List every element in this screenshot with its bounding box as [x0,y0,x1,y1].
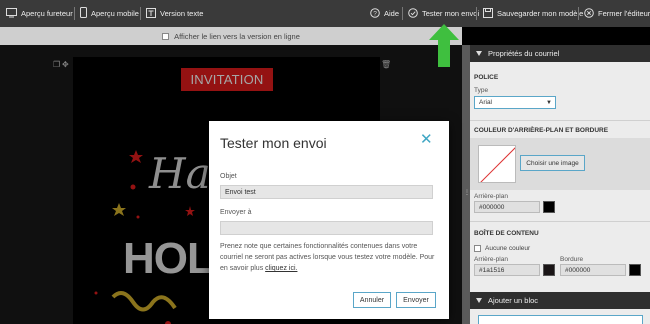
text-version-button[interactable]: Version texte [146,0,203,27]
bg-color-swatch[interactable] [543,201,555,213]
help-button[interactable]: ? Aide [370,0,399,27]
border-label: Bordure [560,256,584,263]
save-model-label: Sauvegarder mon modèle [497,9,584,18]
learn-more-link[interactable]: cliquez ici. [265,265,297,272]
close-editor-button[interactable]: Fermer l'éditeur [584,0,650,27]
subject-label: Objet [220,173,237,180]
no-color-checkbox[interactable] [474,245,481,252]
mobile-icon [80,7,87,20]
font-type-select[interactable]: Arial ▼ [474,96,556,109]
select-arrow-icon: ▼ [546,99,552,106]
monitor-icon [6,7,17,20]
browser-preview-button[interactable]: Aperçu fureteur [6,0,73,27]
bg-border-section-title: COULEUR D'ARRIÈRE-PLAN ET BORDURE [474,127,609,134]
panel-splitter[interactable]: ⋮ [462,45,470,324]
add-block-label: Ajouter un bloc [488,296,539,305]
properties-header-label: Propriétés du courriel [488,49,560,58]
save-icon [483,7,493,20]
collapse-triangle-icon [476,51,482,56]
close-icon[interactable]: ✕ [420,130,433,148]
border-color-input[interactable]: #000000 [560,264,626,276]
bg-image-preview [478,145,516,183]
properties-header[interactable]: Propriétés du courriel [470,45,650,62]
bg-color-input[interactable]: #000000 [474,201,540,213]
text-version-label: Version texte [160,9,204,18]
send-button[interactable]: Envoyer [396,292,436,308]
help-label: Aide [384,9,400,18]
close-editor-label: Fermer l'éditeur [598,9,650,18]
border-color-swatch[interactable] [629,264,641,276]
online-link-bar: Afficher le lien vers la version en lign… [0,27,462,45]
choose-image-button[interactable]: Choisir une image [520,155,585,171]
show-online-link-checkbox[interactable] [162,32,170,40]
no-color-label: Aucune couleur [485,245,531,252]
bg-label: Arrière-plan [474,193,508,200]
top-toolbar: Aperçu fureteur Aperçu mobile Version te… [0,0,650,27]
add-block-header[interactable]: Ajouter un bloc [470,292,650,309]
mobile-preview-label: Aperçu mobile [91,9,139,18]
content-bg-input[interactable]: #1a1516 [474,264,540,276]
test-send-label: Tester mon envoi [422,9,480,18]
test-send-dialog: Tester mon envoi ✕ Objet Envoi test Envo… [209,121,449,319]
block-type-select[interactable] [478,315,643,324]
content-bg-swatch[interactable] [543,264,555,276]
cancel-button[interactable]: Annuler [353,292,391,308]
save-model-button[interactable]: Sauvegarder mon modèle [483,0,583,27]
dialog-note-text: Prenez note que certaines fonctionnalité… [220,243,435,272]
send-to-input[interactable] [220,221,433,235]
properties-panel: Propriétés du courriel POLICE Type Arial… [470,45,650,324]
green-arrow-annotation [429,24,459,67]
font-type-value: Arial [479,99,493,106]
svg-text:?: ? [373,10,377,17]
help-icon: ? [370,7,380,20]
text-version-icon [146,7,156,20]
police-section-title: POLICE [474,74,499,81]
show-online-link-label: Afficher le lien vers la version en lign… [174,31,300,41]
collapse-triangle-icon [476,298,482,303]
content-box-section-title: BOÎTE DE CONTENU [474,230,539,237]
close-circle-icon [584,7,594,20]
no-color-option[interactable]: Aucune couleur [474,245,530,252]
check-circle-icon [408,7,418,20]
send-to-label: Envoyer à [220,209,252,216]
mobile-preview-button[interactable]: Aperçu mobile [80,0,139,27]
content-bg-label: Arrière-plan [474,256,508,263]
subject-input[interactable]: Envoi test [220,185,433,199]
dialog-note: Prenez note que certaines fonctionnalité… [220,241,438,274]
browser-preview-label: Aperçu fureteur [21,9,73,18]
type-label: Type [474,87,489,94]
dialog-title: Tester mon envoi [220,135,327,151]
splitter-grip-icon: ⋮ [464,190,470,196]
